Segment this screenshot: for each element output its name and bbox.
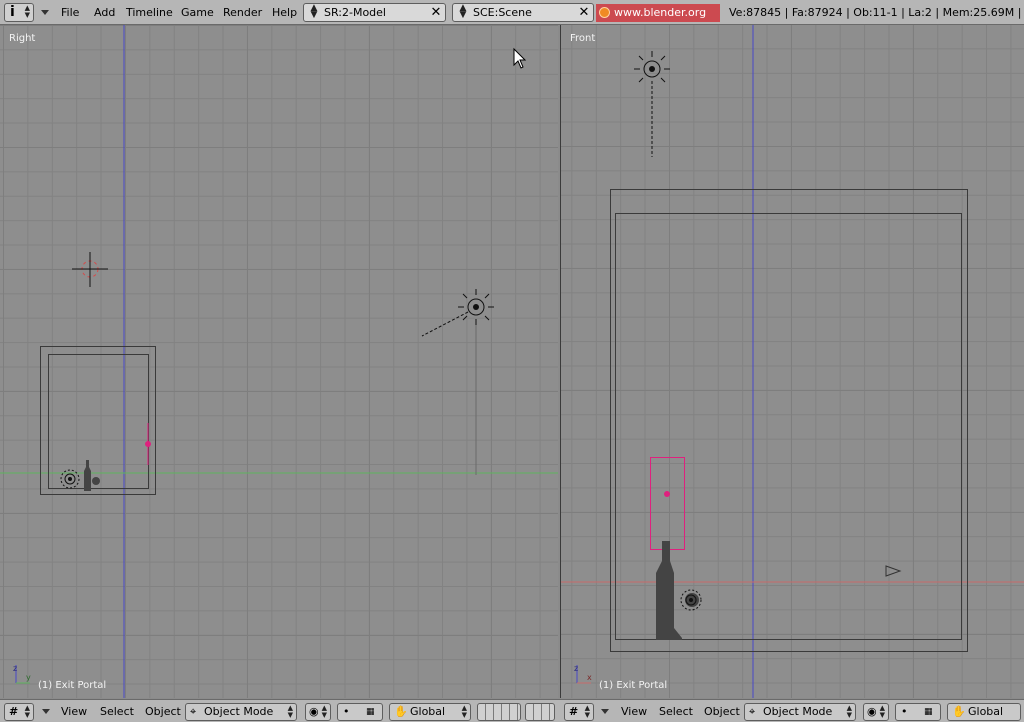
close-icon[interactable]: ✕ (577, 5, 591, 20)
updown-icon: ▲ ▼ (461, 704, 467, 719)
updown-icon: ▲ ▼ (321, 704, 327, 719)
updown-icon: ▲ ▼ (584, 704, 590, 719)
menu-add[interactable]: Add (92, 3, 117, 22)
draw-type-icon: ◉ (309, 705, 319, 718)
grid-icon: # (9, 705, 19, 718)
draw-type-selector[interactable]: ◉ ▲ ▼ (863, 703, 889, 721)
layer-buttons-a[interactable] (477, 703, 521, 721)
mouse-pointer-icon (513, 47, 527, 69)
menu-select[interactable]: Select (100, 703, 134, 721)
draw-type-icon: ◉ (867, 705, 877, 718)
selected-origin-dot (664, 491, 670, 497)
hand-icon: ✋ (394, 705, 408, 718)
menu-help[interactable]: Help (270, 3, 299, 22)
blender-logo-icon (599, 7, 610, 18)
menu-render[interactable]: Render (221, 3, 264, 22)
viewport-name: Front (570, 33, 596, 44)
collapse-triangle-icon[interactable] (42, 709, 50, 714)
info-header: i ▲ ▼ File Add Timeline Game Render Help … (0, 0, 1024, 37)
scene-stats: Ve:87845 | Fa:87924 | Ob:11-1 | La:2 | M… (729, 6, 1024, 19)
mode-selector[interactable]: ⌖ Object Mode ▲ ▼ (744, 703, 856, 721)
orientation-selector[interactable]: ✋ Global ▲ ▼ (389, 703, 471, 721)
layer-buttons-b[interactable] (525, 703, 555, 721)
pivot-selector[interactable]: • ▦ (337, 703, 383, 721)
pivot-selector[interactable]: • ▦ (895, 703, 941, 721)
sun-direction-line (421, 311, 469, 337)
mode-label[interactable]: Object Mode (763, 705, 832, 718)
viewport-scene: z y (0, 25, 558, 698)
sun-lamp-icon (458, 289, 494, 325)
hand-icon: ✋ (952, 705, 966, 718)
axis-gizmo-icon: z y (13, 664, 31, 684)
editor-type-menu[interactable]: # ▲ ▼ (4, 703, 34, 721)
svg-text:x: x (587, 673, 592, 682)
grid-icon: # (569, 705, 579, 718)
viewport-scene: z x (561, 25, 1024, 698)
menu-game[interactable]: Game (179, 3, 216, 22)
editor-type-menu[interactable]: i ▲ ▼ (4, 3, 34, 22)
scene-selector[interactable]: ▲ ▼ SCE:Scene ✕ (452, 3, 594, 22)
orientation-label[interactable]: Global (968, 705, 1003, 718)
editor-type-menu[interactable]: # ▲ ▼ (564, 703, 594, 721)
menu-select[interactable]: Select (659, 703, 693, 721)
menu-timeline[interactable]: Timeline (124, 3, 175, 22)
blender-banner: www.blender.org 245 (596, 4, 720, 37)
viewport-name: Right (9, 33, 36, 44)
screen-name[interactable]: SR:2-Model (324, 6, 386, 19)
axis-gizmo-icon: z x (574, 664, 592, 684)
scene-name[interactable]: SCE:Scene (473, 6, 532, 19)
svg-text:z: z (13, 664, 17, 673)
updown-icon[interactable]: ▲ ▼ (308, 4, 320, 20)
pivot-options-icon: ▦ (366, 707, 375, 717)
orientation-label[interactable]: Global (410, 705, 445, 718)
view3d-header-left: # ▲ ▼ View Select Object ⌖ Object Mode ▲ ▼… (0, 699, 559, 722)
collapse-triangle-icon[interactable] (41, 10, 49, 15)
view3d-header-right: # ▲ ▼ View Select Object ⌖ Object Mode ▲ ▼… (559, 699, 1024, 722)
mode-icon: ⌖ (190, 705, 197, 718)
pivot-icon: • (343, 705, 350, 718)
screen-selector[interactable]: ▲ ▼ SR:2-Model ✕ (303, 3, 446, 22)
collapse-triangle-icon[interactable] (601, 709, 609, 714)
selected-origin-dot (145, 441, 151, 447)
close-icon[interactable]: ✕ (429, 5, 443, 20)
3d-cursor-icon (72, 252, 108, 287)
bottle-shape (84, 460, 91, 491)
updown-icon: ▲ ▼ (287, 704, 293, 719)
svg-text:z: z (574, 664, 578, 673)
updown-icon[interactable]: ▲ ▼ (457, 4, 469, 20)
info-icon: i (10, 4, 15, 20)
mode-selector[interactable]: ⌖ Object Mode ▲ ▼ (185, 703, 297, 721)
svg-text:y: y (26, 673, 31, 682)
orientation-selector[interactable]: ✋ Global (947, 703, 1021, 721)
pivot-icon: • (901, 705, 908, 718)
small-object-dot (92, 477, 100, 485)
menu-view[interactable]: View (621, 703, 647, 721)
pivot-options-icon: ▦ (924, 707, 933, 717)
room-outer-outline (40, 346, 156, 495)
menu-object[interactable]: Object (704, 703, 740, 721)
draw-type-selector[interactable]: ◉ ▲ ▼ (305, 703, 331, 721)
menu-file[interactable]: File (59, 3, 81, 22)
bottle-shape (656, 541, 682, 640)
updown-icon: ▲ ▼ (846, 704, 852, 719)
menu-view[interactable]: View (61, 703, 87, 721)
viewport-front-view[interactable]: z x Front (1) Exit Portal (560, 25, 1024, 698)
sun-lamp-icon (634, 51, 670, 83)
room-inner-outline (48, 354, 149, 489)
active-object-label: (1) Exit Portal (599, 680, 668, 691)
mode-label[interactable]: Object Mode (204, 705, 273, 718)
mode-icon: ⌖ (749, 705, 756, 718)
camera-icon (885, 565, 902, 577)
menu-object[interactable]: Object (145, 703, 181, 721)
updown-icon: ▲ ▼ (879, 704, 885, 719)
updown-icon: ▲ ▼ (24, 704, 30, 719)
active-object-label: (1) Exit Portal (38, 680, 107, 691)
updown-icon: ▲ ▼ (24, 4, 30, 19)
viewport-right-view[interactable]: z y Right (1) Exit Portal (0, 25, 558, 698)
selected-exit-portal (650, 457, 685, 550)
